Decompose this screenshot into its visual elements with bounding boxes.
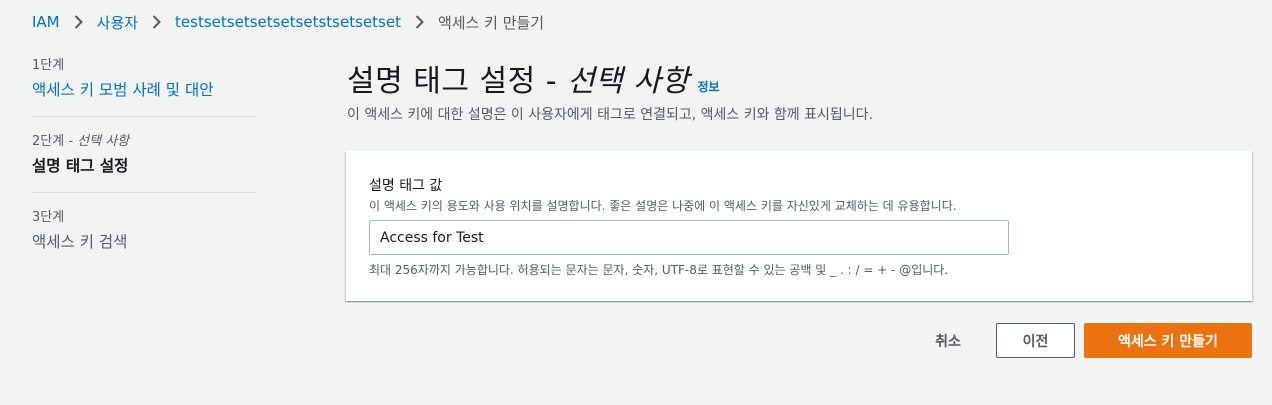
step-number: 1단계 xyxy=(32,58,65,73)
wizard-step-1: 1단계 액세스 키 모범 사례 및 대안 xyxy=(32,57,256,116)
field-description: 이 액세스 키의 용도와 사용 위치를 설명합니다. 좋은 설명은 나중에 이 … xyxy=(369,199,957,213)
page-header: 설명 태그 설정 - 선택 사항 정보 xyxy=(347,56,720,100)
info-link[interactable]: 정보 xyxy=(698,78,720,95)
step-number: 3단계 xyxy=(32,210,65,225)
field-constraint: 최대 256자까지 가능합니다. 허용되는 문자는 문자, 숫자, UTF-8로… xyxy=(369,263,949,277)
wizard-step-2: 2단계 - 선택 사항 설명 태그 설정 xyxy=(32,116,256,192)
page-title-main: 설명 태그 설정 - xyxy=(347,64,568,99)
description-tag-input[interactable] xyxy=(369,220,1009,255)
field-label: 설명 태그 값 xyxy=(369,178,443,194)
step-3-label: 액세스 키 검색 xyxy=(32,233,128,251)
previous-button[interactable]: 이전 xyxy=(996,323,1075,358)
create-access-key-button[interactable]: 액세스 키 만들기 xyxy=(1084,323,1252,358)
step-number-text: 2단계 - xyxy=(32,134,78,149)
page-title-optional: 선택 사항 xyxy=(567,64,690,99)
step-1-link[interactable]: 액세스 키 모범 사례 및 대안 xyxy=(32,78,256,102)
chevron-right-icon xyxy=(152,15,161,29)
breadcrumb-users-link[interactable]: 사용자 xyxy=(97,12,138,33)
page-description: 이 액세스 키에 대한 설명은 이 사용자에게 태그로 연결되고, 액세스 키와… xyxy=(347,107,873,123)
step-2-current: 설명 태그 설정 xyxy=(32,157,129,175)
wizard-steps: 1단계 액세스 키 모범 사례 및 대안 2단계 - 선택 사항 설명 태그 설… xyxy=(32,57,256,268)
wizard-step-3: 3단계 액세스 키 검색 xyxy=(32,192,256,268)
breadcrumb-user-link[interactable]: testsetsetsetsetsetstsetsetset xyxy=(175,13,401,31)
description-tag-panel: 설명 태그 값 이 액세스 키의 용도와 사용 위치를 설명합니다. 좋은 설명… xyxy=(346,151,1252,301)
step-number: 2단계 - 선택 사항 xyxy=(32,133,256,151)
cancel-button[interactable]: 취소 xyxy=(916,323,980,358)
chevron-right-icon xyxy=(74,15,83,29)
breadcrumb-current: 액세스 키 만들기 xyxy=(437,13,545,32)
breadcrumb: IAM 사용자 testsetsetsetsetsetstsetsetset 액… xyxy=(32,12,544,32)
chevron-right-icon xyxy=(415,15,424,29)
form-actions: 취소 이전 액세스 키 만들기 xyxy=(916,323,1252,358)
breadcrumb-iam-link[interactable]: IAM xyxy=(32,13,60,31)
page-title: 설명 태그 설정 - 선택 사항 xyxy=(347,56,690,100)
step-optional-text: 선택 사항 xyxy=(77,134,130,149)
